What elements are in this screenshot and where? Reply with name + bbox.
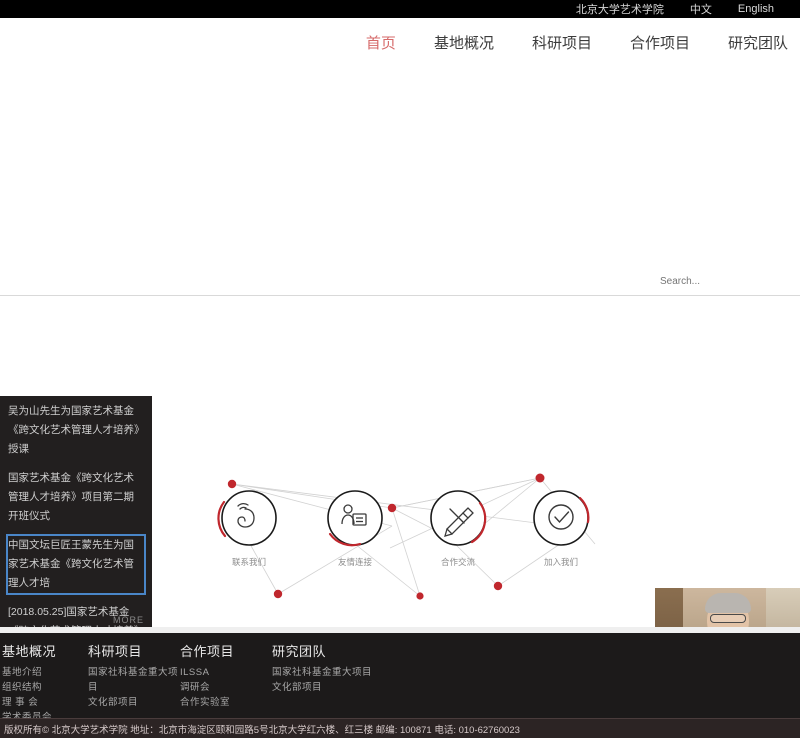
nav-item-cooperation[interactable]: 合作项目 <box>630 32 690 53</box>
news-list-item-selected[interactable]: 中国文坛巨匠王蒙先生为国家艺术基金《跨文化艺术管理人才培 <box>6 534 146 595</box>
footer-link[interactable]: 合作实验室 <box>180 695 272 710</box>
news-more-link[interactable]: MORE <box>113 615 144 625</box>
main-content: 联系我们 友情连接 合作交流 加入我们 中国 新艺术 《理解中国》丛书新书发布暨… <box>0 296 800 686</box>
news-list-panel: 吴为山先生为国家艺术基金《跨文化艺术管理人才培养》授课 国家艺术基金《跨文化艺术… <box>0 396 152 639</box>
footer-link[interactable]: 国家社科基金重大项目 <box>272 665 392 680</box>
main-navigation: 首页 基地概况 科研项目 合作项目 研究团队 <box>366 32 800 53</box>
footer-column-title: 合作项目 <box>180 644 235 659</box>
nav-item-overview[interactable]: 基地概况 <box>434 32 494 53</box>
icon-label-contact: 联系我们 <box>231 557 267 567</box>
footer-link[interactable]: 基地介绍 <box>2 665 88 680</box>
footer-column-title: 科研项目 <box>88 644 143 659</box>
top-utility-bar: 北京大学艺术学院 中文 English <box>0 0 800 18</box>
lang-switch-chinese[interactable]: 中文 <box>690 1 712 17</box>
footer-column-research: 科研项目 国家社科基金重大项目 文化部项目 <box>88 641 180 718</box>
nav-item-team[interactable]: 研究团队 <box>728 32 788 53</box>
icon-label-exchange: 合作交流 <box>440 557 476 567</box>
news-list-item[interactable]: 国家艺术基金《跨文化艺术管理人才培养》项目第二期开班仪式 <box>8 469 144 526</box>
footer-column-overview: 基地概况 基地介绍 组织结构 理 事 会 学术委员会 <box>0 641 88 718</box>
footer-column-team: 研究团队 国家社科基金重大项目 文化部项目 <box>272 641 392 718</box>
footer-link[interactable]: 理 事 会 <box>2 695 88 710</box>
footer-link[interactable]: 国家社科基金重大项目 <box>88 665 180 695</box>
footer: 基地概况 基地介绍 组织结构 理 事 会 学术委员会 科研项目 国家社科基金重大… <box>0 633 800 718</box>
news-list-item[interactable]: 吴为山先生为国家艺术基金《跨文化艺术管理人才培养》授课 <box>8 402 144 459</box>
footer-link[interactable]: 调研会 <box>180 680 272 695</box>
footer-link[interactable]: 组织结构 <box>2 680 88 695</box>
header: 首页 基地概况 科研项目 合作项目 研究团队 <box>0 18 800 76</box>
hero-banner <box>0 76 800 268</box>
institution-name: 北京大学艺术学院 <box>575 4 664 16</box>
footer-column-cooperation: 合作项目 ILSSA 调研会 合作实验室 <box>180 641 272 718</box>
lang-switch-english[interactable]: English <box>738 3 774 15</box>
footer-link[interactable]: ILSSA <box>180 665 272 680</box>
icon-label-join: 加入我们 <box>543 557 579 567</box>
footer-link[interactable]: 文化部项目 <box>88 695 180 710</box>
footer-column-title: 基地概况 <box>2 644 57 659</box>
search-bar <box>0 268 800 296</box>
search-input[interactable] <box>660 272 790 290</box>
icon-label-links: 友情连接 <box>337 557 373 567</box>
nav-item-research[interactable]: 科研项目 <box>532 32 592 53</box>
footer-link[interactable]: 学术委员会 <box>2 710 88 718</box>
footer-link[interactable]: 文化部项目 <box>272 680 392 695</box>
copyright-bar: 版权所有© 北京大学艺术学院 地址：北京市海淀区颐和园路5号北京大学红六楼、红三… <box>0 718 800 738</box>
footer-column-title: 研究团队 <box>272 644 327 659</box>
nav-item-home[interactable]: 首页 <box>366 32 396 53</box>
